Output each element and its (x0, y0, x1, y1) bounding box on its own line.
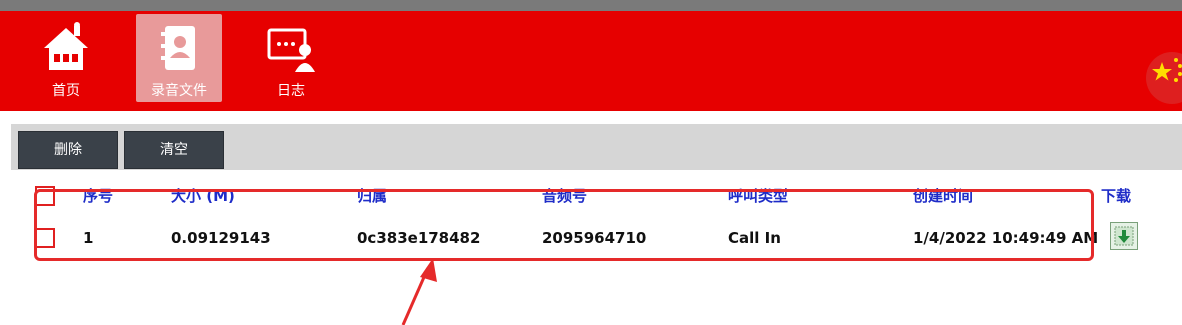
china-flag-icon[interactable] (1146, 52, 1182, 104)
log-user-icon (267, 28, 315, 72)
clear-button[interactable]: 清空 (124, 131, 224, 169)
toolbar: 删除 清空 (11, 124, 1182, 170)
header-download: 下载 (1101, 187, 1132, 205)
nav-label-recordings: 录音文件 (151, 83, 207, 99)
window-top-strip (0, 0, 1182, 11)
download-button[interactable] (1110, 222, 1138, 250)
nav-item-logs[interactable]: 日志 (248, 14, 334, 102)
nav-item-home[interactable]: 首页 (23, 14, 109, 102)
annotation-highlight-box (34, 189, 1094, 261)
nav-item-recordings[interactable]: 录音文件 (136, 14, 222, 102)
contacts-book-icon (161, 26, 195, 70)
nav-label-home: 首页 (52, 83, 80, 99)
top-nav-bar: 首页 录音文件 日志 (0, 11, 1182, 111)
nav-label-logs: 日志 (277, 83, 305, 99)
download-icon (1114, 226, 1134, 246)
delete-button[interactable]: 删除 (18, 131, 118, 169)
home-icon (44, 22, 88, 70)
